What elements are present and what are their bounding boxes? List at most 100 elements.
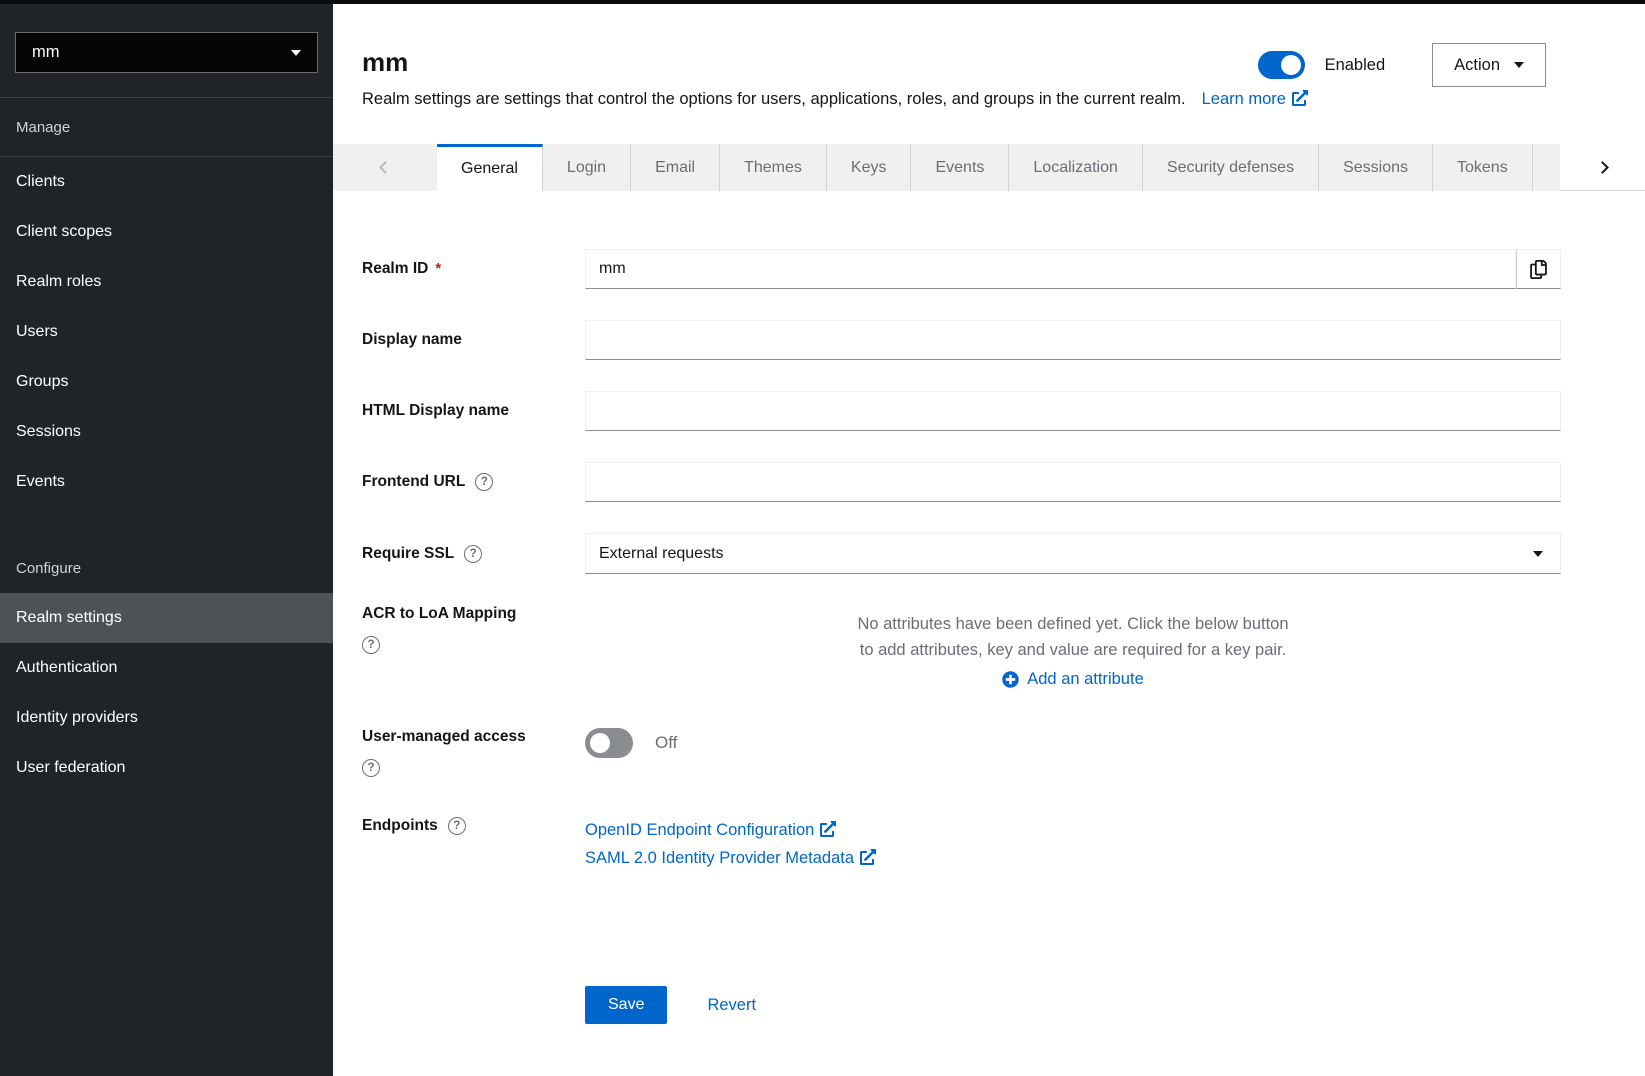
chevron-down-icon	[1533, 551, 1543, 557]
copy-button[interactable]	[1516, 249, 1561, 289]
main-content: mm Realm settings are settings that cont…	[333, 0, 1645, 1024]
tab-security-defenses[interactable]: Security defenses	[1143, 144, 1319, 191]
nav-group-manage: Clients Client scopes Realm roles Users …	[0, 157, 333, 507]
realm-id-row: Realm ID *	[362, 249, 1561, 289]
sidebar: mm Manage Clients Client scopes Realm ro…	[0, 4, 333, 1076]
tabs-scroll-left-button[interactable]	[333, 144, 437, 191]
require-ssl-label: Require SSL ?	[362, 545, 585, 563]
saml-identity-provider-metadata-link[interactable]: SAML 2.0 Identity Provider Metadata	[585, 847, 1561, 868]
sidebar-item-sessions[interactable]: Sessions	[0, 407, 333, 457]
form-actions: Save Revert	[585, 986, 1561, 1024]
enabled-label: Enabled	[1325, 56, 1386, 75]
action-button-label: Action	[1454, 56, 1500, 75]
realm-selector-value: mm	[32, 43, 60, 62]
masthead-strip	[0, 0, 1645, 4]
learn-more-label: Learn more	[1202, 90, 1286, 108]
required-asterisk: *	[435, 260, 441, 277]
general-settings-form: Realm ID * Display name HTML Display nam…	[333, 191, 1645, 1024]
nav-group-manage-label: Manage	[0, 98, 333, 157]
help-icon[interactable]: ?	[362, 636, 380, 654]
html-display-name-input[interactable]	[585, 391, 1561, 431]
require-ssl-row: Require SSL ? External requests	[362, 533, 1561, 574]
sidebar-item-events[interactable]: Events	[0, 457, 333, 507]
add-attribute-link[interactable]: Add an attribute	[1002, 670, 1144, 689]
sidebar-item-groups[interactable]: Groups	[0, 357, 333, 407]
tab-themes[interactable]: Themes	[720, 144, 827, 191]
display-name-input[interactable]	[585, 320, 1561, 360]
user-managed-access-row: User-managed access ? Off	[362, 728, 1561, 777]
realm-selector-section: mm	[0, 4, 333, 98]
help-icon[interactable]: ?	[362, 759, 380, 777]
sidebar-item-identity-providers[interactable]: Identity providers	[0, 693, 333, 743]
realm-settings-tabs: General Login Email Themes Keys Events L…	[333, 144, 1645, 191]
require-ssl-select[interactable]: External requests	[585, 533, 1561, 574]
save-button[interactable]: Save	[585, 986, 667, 1024]
endpoint-links: OpenID Endpoint Configuration SAML 2.0 I…	[585, 817, 1561, 868]
external-link-icon	[820, 821, 836, 837]
help-icon[interactable]: ?	[448, 817, 466, 835]
user-managed-access-toggle[interactable]	[585, 728, 633, 758]
tab-sessions[interactable]: Sessions	[1319, 144, 1433, 191]
sidebar-item-realm-roles[interactable]: Realm roles	[0, 257, 333, 307]
nav-group-configure: Realm settings Authentication Identity p…	[0, 593, 333, 793]
frontend-url-label: Frontend URL ?	[362, 473, 585, 491]
html-display-name-label: HTML Display name	[362, 402, 585, 420]
frontend-url-input[interactable]	[585, 462, 1561, 502]
tab-login[interactable]: Login	[543, 144, 631, 191]
help-icon[interactable]: ?	[464, 545, 482, 563]
form-actions-row: Save Revert	[362, 986, 1561, 1024]
revert-link[interactable]: Revert	[707, 996, 756, 1015]
realm-id-input-group	[585, 249, 1561, 289]
keycloak-admin-console: mm Manage Clients Client scopes Realm ro…	[0, 0, 1645, 1076]
tab-general[interactable]: General	[437, 144, 543, 191]
chevron-down-icon	[1514, 62, 1524, 68]
openid-endpoint-configuration-link[interactable]: OpenID Endpoint Configuration	[585, 819, 1561, 840]
page-description: Realm settings are settings that control…	[362, 90, 1186, 108]
realm-id-label: Realm ID *	[362, 260, 585, 278]
action-dropdown-button[interactable]: Action	[1432, 43, 1546, 87]
endpoints-label-block: Endpoints ?	[362, 817, 585, 835]
sidebar-item-user-federation[interactable]: User federation	[0, 743, 333, 793]
realm-id-input[interactable]	[585, 249, 1516, 289]
help-icon[interactable]: ?	[475, 473, 493, 491]
sidebar-item-clients[interactable]: Clients	[0, 157, 333, 207]
learn-more-link[interactable]: Learn more	[1202, 90, 1308, 108]
sidebar-item-authentication[interactable]: Authentication	[0, 643, 333, 693]
display-name-row: Display name	[362, 320, 1561, 360]
page-header: mm Realm settings are settings that cont…	[333, 4, 1645, 110]
tab-localization[interactable]: Localization	[1009, 144, 1143, 191]
realm-enabled-toggle[interactable]	[1258, 51, 1305, 79]
sidebar-item-realm-settings[interactable]: Realm settings	[0, 593, 333, 643]
realm-selector-dropdown[interactable]: mm	[15, 32, 318, 73]
sidebar-item-users[interactable]: Users	[0, 307, 333, 357]
acr-to-loa-row: ACR to LoA Mapping ? No attributes have …	[362, 605, 1561, 689]
require-ssl-value: External requests	[599, 545, 724, 563]
endpoints-label: Endpoints	[362, 817, 438, 835]
tabs-scroll-right-button[interactable]	[1560, 144, 1645, 191]
angle-right-icon	[1596, 161, 1609, 174]
page-description-line: Realm settings are settings that control…	[362, 88, 1561, 110]
display-name-label: Display name	[362, 331, 585, 349]
tab-keys[interactable]: Keys	[827, 144, 912, 191]
chevron-down-icon	[291, 50, 301, 56]
user-managed-access-label-block: User-managed access ?	[362, 728, 585, 777]
user-managed-access-label: User-managed access	[362, 728, 585, 746]
tab-tokens[interactable]: Tokens	[1433, 144, 1533, 191]
html-display-name-row: HTML Display name	[362, 391, 1561, 431]
external-link-icon	[1292, 90, 1308, 106]
frontend-url-row: Frontend URL ?	[362, 462, 1561, 502]
tabs-viewport: General Login Email Themes Keys Events L…	[437, 144, 1560, 191]
external-link-icon	[860, 849, 876, 865]
nav-group-configure-label: Configure	[0, 543, 333, 593]
user-managed-access-field: Off	[585, 728, 1561, 758]
plus-circle-icon	[1002, 671, 1019, 688]
angle-left-icon	[379, 161, 392, 174]
tab-events[interactable]: Events	[911, 144, 1009, 191]
toggle-knob	[1281, 55, 1301, 75]
acr-empty-state: No attributes have been defined yet. Cli…	[585, 605, 1561, 689]
user-managed-access-state: Off	[655, 733, 677, 753]
sidebar-item-client-scopes[interactable]: Client scopes	[0, 207, 333, 257]
tab-email[interactable]: Email	[631, 144, 720, 191]
acr-to-loa-label: ACR to LoA Mapping	[362, 605, 585, 623]
header-controls: Enabled Action	[1258, 42, 1546, 88]
